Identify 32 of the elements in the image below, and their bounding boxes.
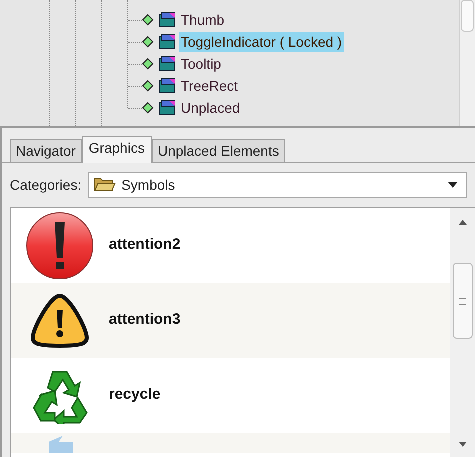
scroll-down-icon	[458, 442, 466, 447]
scrollbar[interactable]	[459, 0, 475, 126]
element-icon	[159, 56, 177, 72]
symbol-name: recycle	[109, 385, 161, 406]
tree-item[interactable]: Unplaced	[179, 98, 242, 118]
scrollbar[interactable]	[450, 208, 475, 457]
diamond-icon	[142, 80, 154, 92]
tree-item[interactable]: ToggleIndicator ( Locked )	[179, 32, 344, 52]
categories-value: Symbols	[122, 176, 176, 195]
diamond-icon	[142, 36, 154, 48]
dropdown-caret-icon	[448, 182, 458, 188]
element-icon	[159, 12, 177, 28]
exclamation-triangle-icon	[29, 292, 91, 350]
tab[interactable]: Unplaced Elements	[152, 139, 286, 162]
diamond-icon	[142, 58, 154, 70]
exclamation-circle-icon	[26, 212, 94, 280]
categories-dropdown[interactable]: Symbols	[88, 172, 467, 198]
element-icon	[159, 34, 177, 50]
categories-label: Categories:	[10, 176, 82, 195]
tab[interactable]: Graphics	[82, 136, 152, 163]
element-icon	[159, 100, 177, 116]
symbol-name: attention2	[109, 235, 181, 256]
scroll-up-icon	[458, 220, 466, 225]
tree-item[interactable]: Thumb	[179, 10, 227, 30]
element-icon	[159, 78, 177, 94]
folder-icon	[94, 177, 116, 193]
symbol-name: attention3	[109, 310, 181, 330]
diamond-icon	[142, 14, 154, 26]
tab[interactable]: Navigator	[10, 139, 82, 162]
tree-item[interactable]: TreeRect	[179, 76, 240, 96]
diamond-icon	[142, 102, 154, 114]
tree-item[interactable]: Tooltip	[179, 54, 224, 74]
